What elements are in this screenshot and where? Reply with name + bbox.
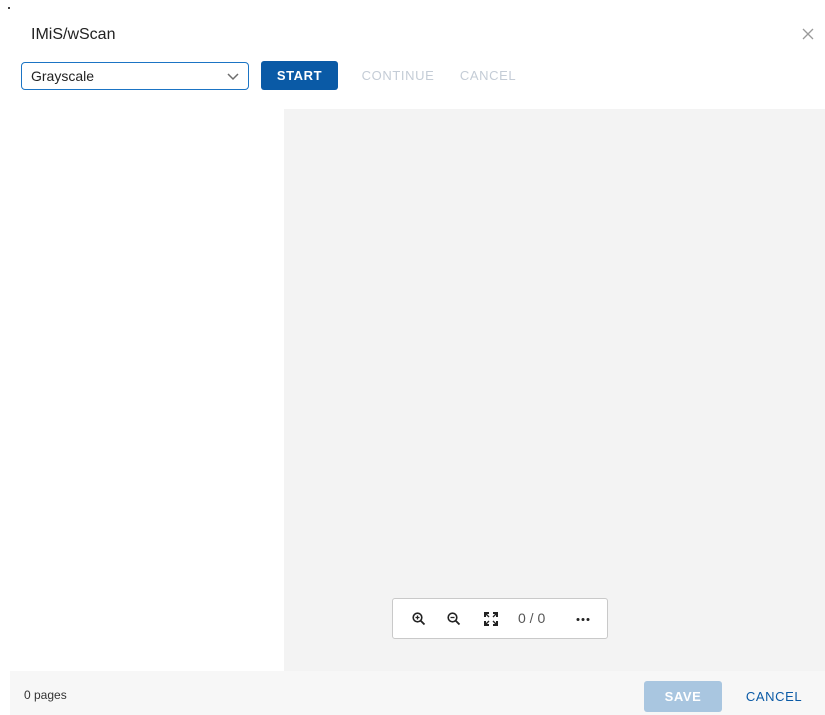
close-icon[interactable]: [800, 26, 816, 42]
viewer-toolbar: 0 / 0: [392, 598, 608, 639]
more-horizontal-icon[interactable]: [575, 611, 591, 627]
pages-count: 0 pages: [24, 688, 67, 702]
continue-button[interactable]: CONTINUE: [362, 61, 434, 90]
scan-toolbar: Grayscale START CONTINUE CANCEL: [21, 61, 516, 90]
chevron-down-icon: [227, 72, 239, 80]
color-mode-selected-value: Grayscale: [31, 67, 95, 84]
dialog-footer: 0 pages SAVE CANCEL: [10, 671, 825, 715]
zoom-in-icon[interactable]: [411, 611, 427, 627]
fit-screen-icon[interactable]: [483, 611, 499, 627]
dialog-title: IMiS/wScan: [31, 26, 116, 43]
corner-mark: [8, 7, 10, 9]
cancel-scan-button[interactable]: CANCEL: [460, 61, 516, 90]
save-button[interactable]: SAVE: [644, 681, 722, 712]
wscan-dialog: IMiS/wScan Grayscale START CONTINUE CANC…: [0, 0, 825, 715]
thumbnail-panel: [10, 109, 284, 671]
zoom-out-icon[interactable]: [446, 611, 462, 627]
cancel-button[interactable]: CANCEL: [740, 681, 808, 712]
page-indicator: 0 / 0: [518, 610, 546, 626]
start-button[interactable]: START: [261, 61, 338, 90]
color-mode-select[interactable]: Grayscale: [21, 61, 249, 90]
document-viewer: 0 / 0: [284, 109, 825, 671]
